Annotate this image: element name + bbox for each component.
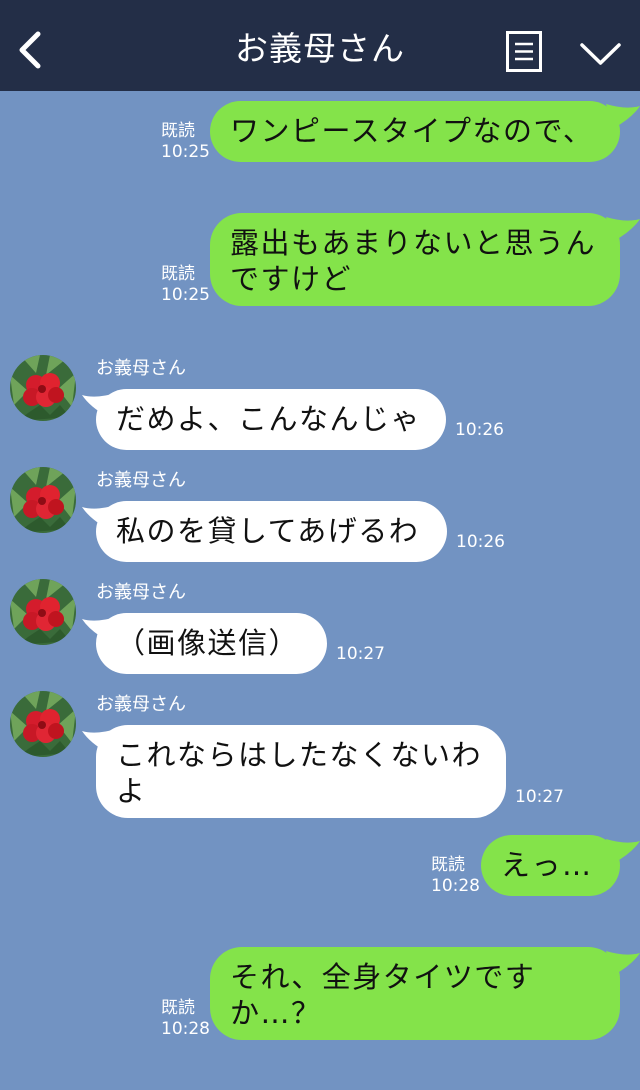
message-time: 10:27 (336, 644, 385, 664)
received-message-bubble[interactable]: 私のを貸してあげるわ (96, 501, 447, 562)
sent-message-bubble[interactable]: 露出もあまりないと思うんですけど (210, 213, 620, 306)
message-text: 露出もあまりないと思うんですけど (230, 226, 597, 296)
message-time: 10:25 (161, 142, 210, 162)
bubble-tail (606, 839, 640, 863)
read-label: 既読 (161, 264, 195, 284)
chat-title: お義母さん (235, 29, 405, 68)
red-flower-avatar-icon (10, 467, 76, 533)
message-time: 10:27 (515, 787, 564, 807)
sender-name: お義母さん (96, 694, 186, 715)
read-receipt: 既読 10:28 (431, 855, 480, 897)
menu-list-icon[interactable] (506, 31, 542, 72)
message-time: 10:28 (431, 876, 480, 896)
message-text: （画像送信） (116, 626, 300, 660)
read-label: 既読 (161, 121, 195, 141)
avatar[interactable] (10, 355, 76, 421)
message-text: それ、全身タイツですか…？ (230, 960, 536, 1030)
message-text: これならはしたなくないわよ (116, 738, 483, 808)
red-flower-avatar-icon (10, 579, 76, 645)
message-time: 10:28 (161, 1019, 210, 1039)
received-message-bubble[interactable]: だめよ、こんなんじゃ (96, 389, 446, 450)
red-flower-avatar-icon (10, 691, 76, 757)
message-text: えっ… (501, 848, 593, 882)
sent-message-bubble[interactable]: えっ… (481, 835, 620, 896)
sender-name: お義母さん (96, 358, 186, 379)
bubble-tail (606, 217, 640, 241)
received-message-bubble[interactable]: これならはしたなくないわよ (96, 725, 506, 818)
sender-name: お義母さん (96, 582, 186, 603)
red-flower-avatar-icon (10, 355, 76, 421)
received-message-bubble[interactable]: （画像送信） (96, 613, 327, 674)
read-receipt: 既読 10:25 (161, 121, 210, 163)
read-label: 既読 (161, 998, 195, 1018)
avatar[interactable] (10, 691, 76, 757)
sent-message-bubble[interactable]: それ、全身タイツですか…？ (210, 947, 620, 1040)
bubble-tail (606, 104, 640, 128)
read-receipt: 既読 10:25 (161, 264, 210, 306)
avatar[interactable] (10, 467, 76, 533)
message-time: 10:26 (456, 532, 505, 552)
bubble-tail (606, 951, 640, 975)
chevron-down-icon[interactable] (579, 41, 622, 67)
message-time: 10:26 (455, 420, 504, 440)
message-text: ワンピースタイプなので、 (230, 114, 594, 148)
read-receipt: 既読 10:28 (161, 998, 210, 1040)
message-text: だめよ、こんなんじゃ (116, 402, 422, 436)
message-time: 10:25 (161, 285, 210, 305)
chat-header: お義母さん (0, 0, 640, 91)
message-text: 私のを貸してあげるわ (116, 514, 420, 548)
sender-name: お義母さん (96, 470, 186, 491)
read-label: 既読 (431, 855, 465, 875)
sent-message-bubble[interactable]: ワンピースタイプなので、 (210, 101, 620, 162)
avatar[interactable] (10, 579, 76, 645)
